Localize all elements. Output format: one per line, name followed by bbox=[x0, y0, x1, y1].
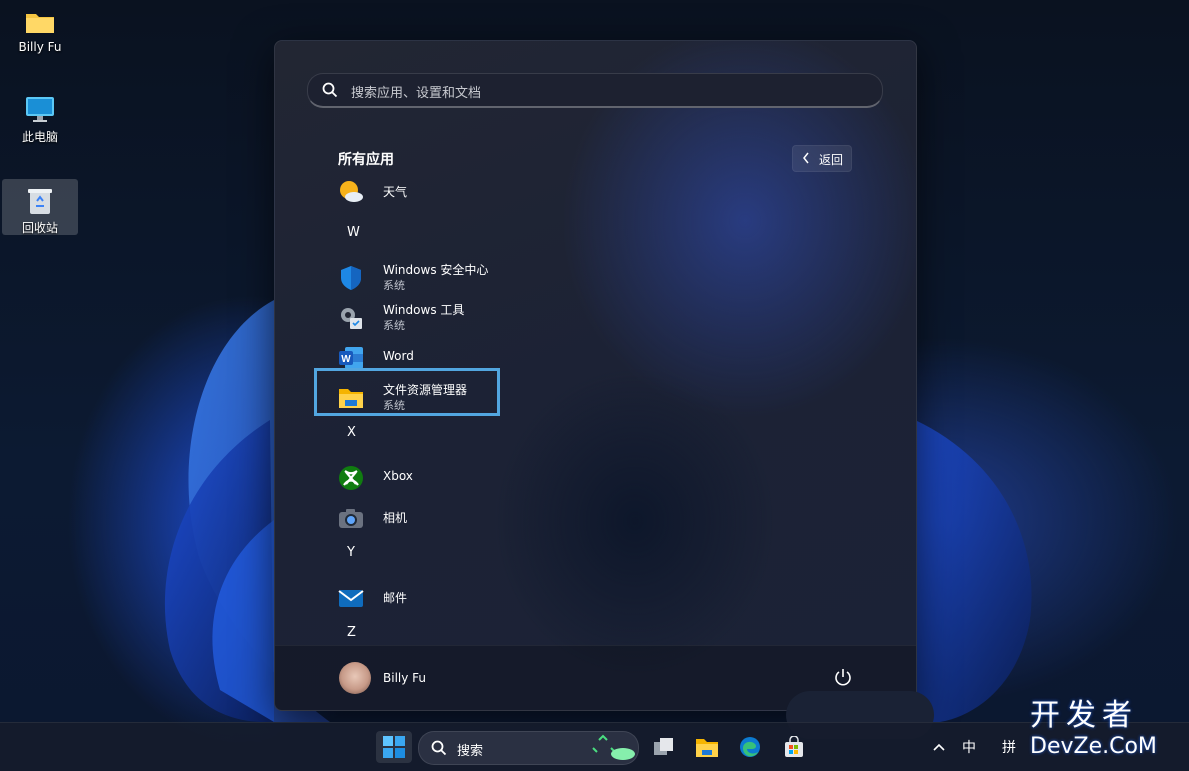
file-explorer-icon bbox=[696, 739, 718, 757]
shield-icon bbox=[341, 266, 361, 290]
store-icon bbox=[785, 736, 803, 757]
power-icon[interactable] bbox=[833, 667, 853, 687]
user-name[interactable]: Billy Fu bbox=[383, 671, 426, 685]
taskbar-search[interactable]: 搜索 bbox=[418, 731, 639, 765]
search-placeholder: 搜索应用、设置和文档 bbox=[351, 86, 482, 101]
ime-name-indicator[interactable]: 拼 bbox=[1002, 737, 1016, 757]
watermark-line2: DevZe.CoM bbox=[1030, 734, 1157, 759]
desktop-icon-label: Billy Fu bbox=[18, 40, 62, 54]
watermark-line1: 开发者 bbox=[1030, 698, 1138, 733]
app-item-windows-tools[interactable]: Windows 工具 系统 bbox=[315, 297, 515, 337]
app-name: Word bbox=[383, 349, 414, 363]
desktop-icon-this-pc[interactable]: 此电脑 bbox=[2, 88, 78, 144]
start-button[interactable] bbox=[376, 731, 412, 763]
group-letter-y[interactable]: Y bbox=[347, 545, 355, 560]
desktop-icon-label: 回收站 bbox=[21, 221, 58, 235]
search-icon bbox=[431, 740, 447, 756]
chevron-up-icon[interactable] bbox=[932, 742, 946, 752]
chevron-left-icon bbox=[803, 152, 809, 164]
app-name: Windows 安全中心 bbox=[383, 263, 489, 277]
folder-icon bbox=[26, 14, 54, 33]
taskbar: 搜索 中 拼 bbox=[0, 722, 1189, 771]
edge-icon bbox=[740, 737, 760, 757]
back-button[interactable]: 返回 bbox=[792, 145, 852, 172]
camera-icon bbox=[339, 509, 363, 528]
app-name: 邮件 bbox=[383, 591, 408, 605]
desktop-icon-label: 此电脑 bbox=[21, 130, 58, 144]
app-name: 天气 bbox=[383, 185, 408, 199]
app-item-mail[interactable]: 邮件 bbox=[315, 577, 515, 617]
app-subtitle: 系统 bbox=[383, 279, 405, 292]
recycle-bin-icon bbox=[28, 189, 52, 214]
avatar[interactable] bbox=[339, 662, 371, 694]
task-view-icon bbox=[654, 738, 673, 755]
watermark: 开发者 DevZe.CoM bbox=[1030, 700, 1157, 760]
back-button-label: 返回 bbox=[819, 153, 844, 167]
app-name: 相机 bbox=[383, 511, 408, 525]
svg-text:W: W bbox=[341, 354, 351, 365]
app-name: Xbox bbox=[383, 469, 413, 483]
app-name: Windows 工具 bbox=[383, 303, 465, 317]
file-explorer-taskbar-button[interactable] bbox=[688, 731, 724, 763]
start-menu: 搜索应用、设置和文档 所有应用 返回 天气 W Windows 安全中心 系统 bbox=[274, 40, 917, 711]
group-letter-w[interactable]: W bbox=[347, 225, 360, 240]
highlight-box bbox=[314, 368, 500, 416]
desktop-icon-recycle-bin[interactable]: 回收站 bbox=[2, 179, 78, 235]
windows-logo-icon bbox=[383, 736, 405, 758]
taskbar-search-label: 搜索 bbox=[457, 744, 484, 759]
start-search-input[interactable]: 搜索应用、设置和文档 bbox=[307, 73, 883, 108]
tools-gear-icon bbox=[341, 308, 362, 329]
group-letter-x[interactable]: X bbox=[347, 425, 356, 440]
app-item-xbox[interactable]: Xbox bbox=[315, 457, 515, 497]
computer-icon bbox=[26, 97, 54, 122]
mail-icon bbox=[338, 590, 364, 607]
search-highlight-icon bbox=[592, 734, 635, 760]
xbox-icon bbox=[339, 466, 363, 490]
section-title: 所有应用 bbox=[338, 152, 394, 168]
weather-icon bbox=[340, 181, 363, 202]
search-icon bbox=[322, 82, 338, 98]
group-letter-z[interactable]: Z bbox=[347, 625, 356, 640]
app-subtitle: 系统 bbox=[383, 319, 405, 332]
ime-mode-indicator[interactable]: 中 bbox=[962, 737, 976, 757]
app-item-weather[interactable]: 天气 bbox=[315, 171, 515, 211]
app-item-camera[interactable]: 相机 bbox=[315, 497, 515, 537]
app-item-windows-security[interactable]: Windows 安全中心 系统 bbox=[315, 257, 515, 297]
desktop-icon-user-folder[interactable]: Billy Fu bbox=[2, 2, 78, 58]
task-view-button[interactable] bbox=[646, 731, 682, 763]
store-taskbar-button[interactable] bbox=[776, 731, 812, 763]
edge-taskbar-button[interactable] bbox=[732, 731, 768, 763]
